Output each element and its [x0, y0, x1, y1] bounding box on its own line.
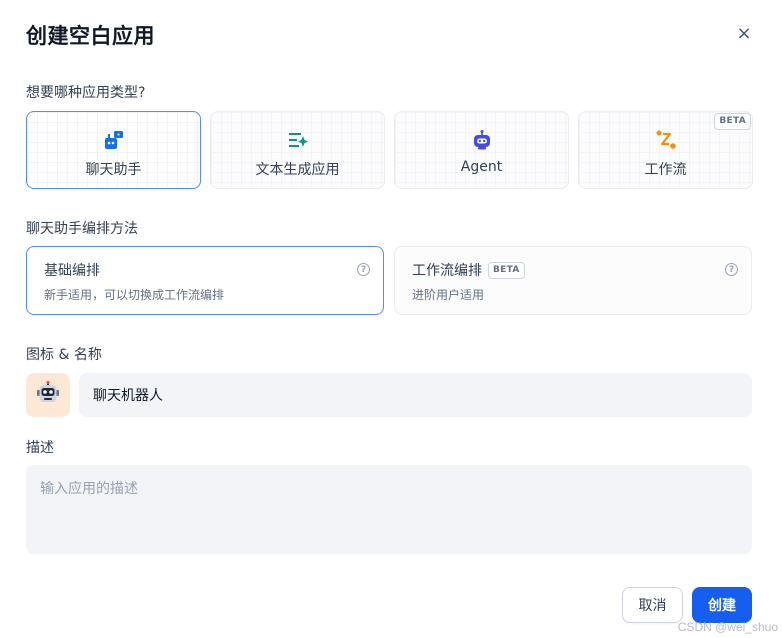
app-type-label: 想要哪种应用类型?	[26, 85, 146, 101]
cancel-button[interactable]: 取消	[622, 587, 683, 623]
close-icon[interactable]: ×	[733, 22, 755, 44]
watermark: CSDN @wei_shuo	[677, 620, 778, 634]
orchestration-workflow[interactable]: 工作流编排 BETA 进阶用户适用 ?	[394, 246, 752, 315]
orchestration-desc: 新手适用，可以切换成工作流编排	[44, 288, 225, 302]
app-name-input[interactable]	[79, 373, 752, 417]
icon-name-label: 图标 & 名称	[26, 347, 102, 363]
orchestration-title: 工作流编排 BETA	[412, 260, 525, 280]
description-label: 描述	[26, 440, 54, 456]
help-icon[interactable]: ?	[725, 263, 738, 276]
app-avatar-picker[interactable]	[26, 373, 70, 417]
orchestration-desc: 进阶用户适用	[412, 288, 485, 302]
orchestration-label: 聊天助手编排方法	[26, 221, 138, 237]
orchestration-title-text: 工作流编排	[412, 263, 482, 279]
create-app-dialog: 创建空白应用 × 想要哪种应用类型? 聊天助手 文本生成应用 Agent 工作流…	[0, 0, 782, 638]
description-textarea[interactable]	[26, 465, 752, 554]
create-button[interactable]: 创建	[692, 587, 752, 623]
app-type-text-generator[interactable]: 文本生成应用	[210, 111, 385, 189]
help-icon[interactable]: ?	[357, 263, 370, 276]
orchestration-title-text: 基础编排	[44, 263, 100, 279]
app-type-label-text: 工作流	[644, 162, 687, 178]
agent-robot-icon	[470, 128, 494, 152]
app-type-chat-assistant[interactable]: 聊天助手	[26, 111, 201, 189]
app-type-label-text: Agent	[460, 159, 503, 175]
app-type-agent[interactable]: Agent	[394, 111, 569, 189]
beta-badge: BETA	[488, 261, 525, 279]
beta-badge: BETA	[714, 113, 751, 130]
text-generate-icon	[286, 128, 310, 152]
dialog-title: 创建空白应用	[26, 24, 155, 48]
app-type-label-text: 聊天助手	[85, 162, 142, 178]
app-type-workflow[interactable]: 工作流 BETA	[578, 111, 753, 189]
orchestration-basic[interactable]: 基础编排 新手适用，可以切换成工作流编排 ?	[26, 246, 384, 315]
robot-face-icon	[36, 381, 60, 409]
workflow-icon	[654, 128, 678, 152]
orchestration-title: 基础编排	[44, 260, 100, 280]
app-type-label-text: 文本生成应用	[255, 162, 340, 178]
chat-bot-icon	[102, 128, 126, 152]
